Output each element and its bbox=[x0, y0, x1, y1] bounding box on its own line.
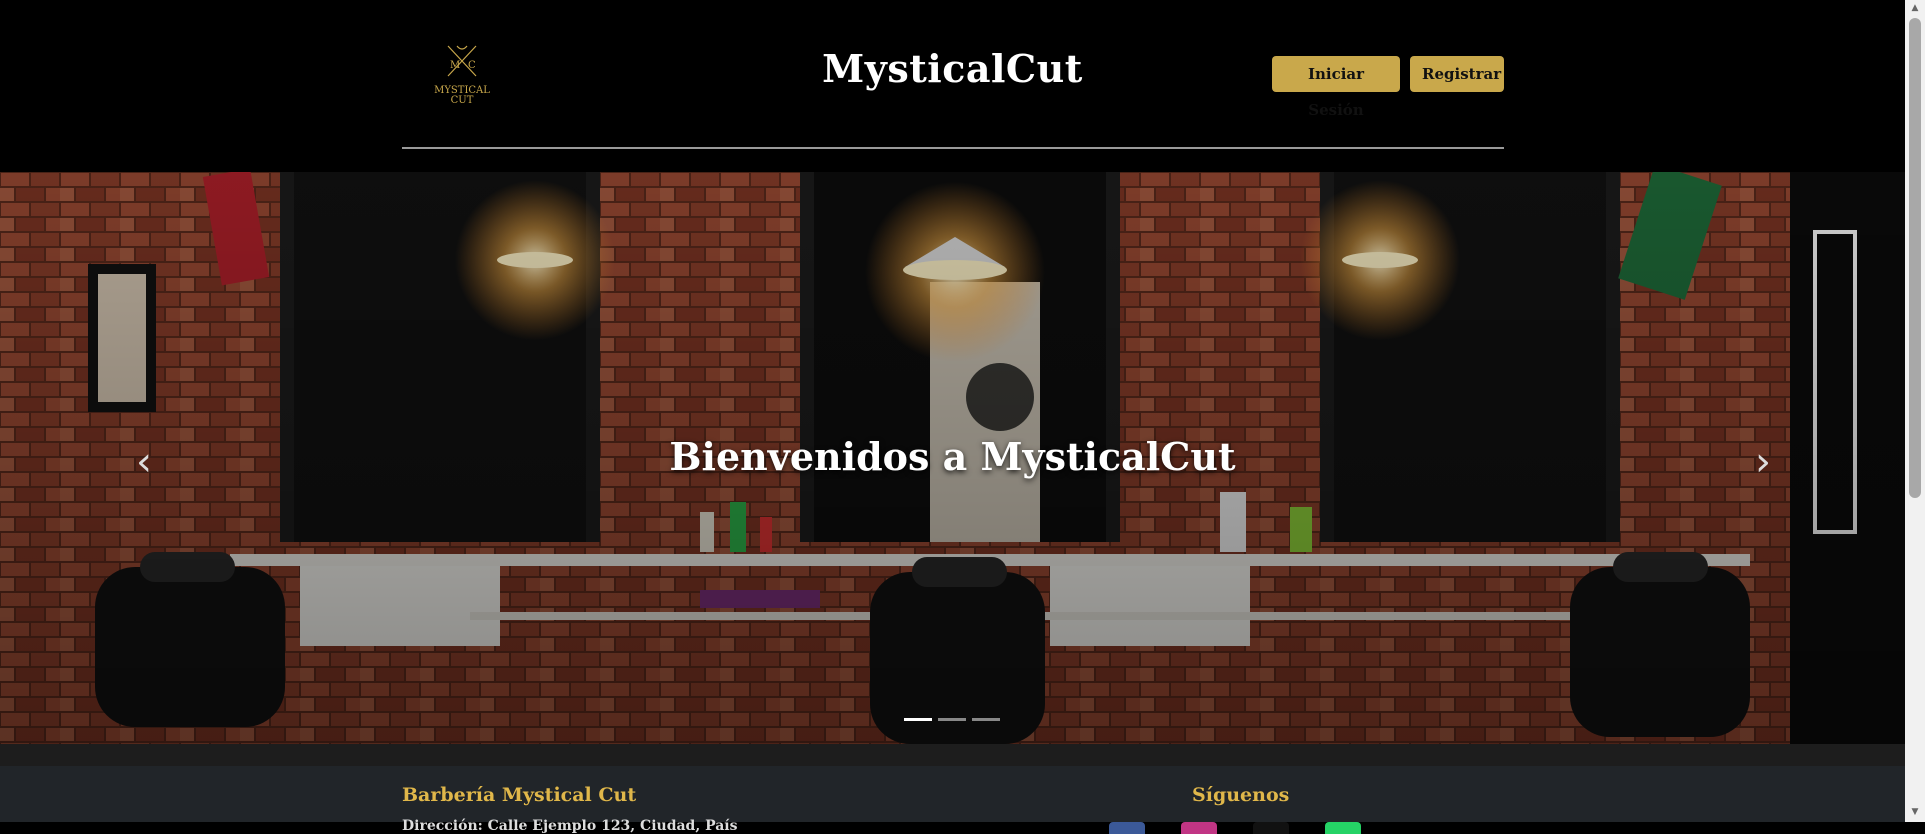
social-links bbox=[1109, 822, 1361, 834]
site-footer: Barbería Mystical Cut Dirección: Calle E… bbox=[0, 744, 1905, 834]
scrollbar-thumb[interactable] bbox=[1909, 18, 1921, 498]
carousel-indicators bbox=[904, 718, 1000, 721]
svg-text:CUT: CUT bbox=[451, 95, 474, 106]
footer-business-title: Barbería Mystical Cut bbox=[402, 784, 637, 806]
register-button[interactable]: Registrar bbox=[1410, 56, 1504, 92]
tiktok-icon[interactable] bbox=[1253, 822, 1289, 834]
chevron-right-icon[interactable]: › bbox=[1743, 442, 1783, 482]
carousel-indicator[interactable] bbox=[904, 718, 932, 721]
whatsapp-icon[interactable] bbox=[1325, 822, 1361, 834]
facebook-icon[interactable] bbox=[1109, 822, 1145, 834]
site-header: M C MYSTICAL CUT MysticalCut Iniciar Ses… bbox=[0, 0, 1905, 172]
carousel-indicator[interactable] bbox=[972, 718, 1000, 721]
scroll-up-icon[interactable]: ▲ bbox=[1909, 2, 1921, 14]
footer-address: Dirección: Calle Ejemplo 123, Ciudad, Pa… bbox=[402, 818, 738, 834]
footer-follow-title: Síguenos bbox=[1192, 784, 1290, 806]
chevron-left-icon[interactable]: ‹ bbox=[124, 442, 164, 482]
site-title: MysticalCut bbox=[822, 46, 1083, 91]
hero-caption: Bienvenidos a MysticalCut bbox=[669, 434, 1236, 479]
instagram-icon[interactable] bbox=[1181, 822, 1217, 834]
header-divider bbox=[402, 147, 1504, 149]
carousel-indicator[interactable] bbox=[938, 718, 966, 721]
hero-carousel: Bienvenidos a MysticalCut ‹ › bbox=[0, 172, 1905, 744]
login-button[interactable]: Iniciar Sesión bbox=[1272, 56, 1400, 119]
page-scrollbar[interactable]: ▲ ▼ bbox=[1905, 0, 1925, 822]
scroll-down-icon[interactable]: ▼ bbox=[1909, 806, 1921, 818]
